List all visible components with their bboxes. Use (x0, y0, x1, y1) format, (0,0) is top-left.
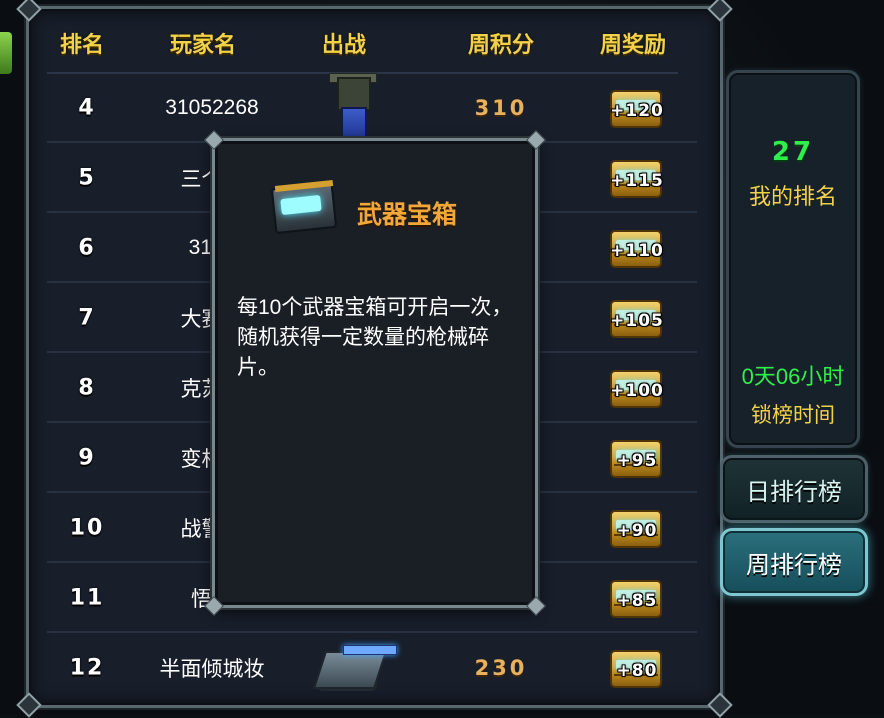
row-rank: 7 (78, 305, 96, 331)
reward-amount: +105 (610, 311, 664, 331)
my-rank-label: 我的排名 (748, 184, 837, 209)
header-rank: 排名 (60, 32, 105, 57)
header-battle: 出战 (322, 32, 367, 57)
row-player-name: 31052268 (165, 96, 259, 119)
reward-amount: +100 (610, 381, 664, 401)
row-weekly-score: 310 (474, 96, 528, 120)
item-tooltip-popup: 武器宝箱 每10个武器宝箱可开启一次，随机获得一定数量的枪械碎片。 (204, 130, 546, 616)
row-rank: 4 (78, 95, 96, 121)
row-rank: 11 (69, 585, 105, 611)
header-weekly-reward: 周奖励 (600, 32, 667, 57)
row-weekly-score: 230 (474, 656, 528, 680)
lock-time-label: 锁榜时间 (751, 404, 835, 427)
my-rank-panel: 27 我的排名 0天06小时 锁榜时间 (726, 70, 860, 448)
tab-weekly-ranking[interactable]: 周排行榜 (720, 528, 868, 596)
row-rank: 5 (78, 165, 96, 191)
row-rank: 9 (78, 445, 96, 471)
row-weekly-reward[interactable]: +85 (610, 576, 664, 620)
lock-time-value: 0天06小时 (741, 364, 845, 389)
row-weekly-reward[interactable]: +110 (610, 226, 664, 270)
my-rank-value: 27 (771, 137, 815, 167)
tab-daily-ranking[interactable]: 日排行榜 (720, 455, 868, 523)
reward-amount: +85 (616, 591, 658, 611)
row-rank: 12 (69, 655, 105, 681)
reward-amount: +110 (610, 241, 664, 261)
tank-unit-icon (309, 629, 397, 699)
row-weekly-reward[interactable]: +105 (610, 296, 664, 340)
row-weekly-reward[interactable]: +120 (610, 86, 664, 130)
row-player-name: 半面倾城妆 (159, 658, 265, 681)
header-player: 玩家名 (170, 32, 237, 57)
popup-description: 每10个武器宝箱可开启一次，随机获得一定数量的枪械碎片。 (237, 296, 513, 379)
reward-amount: +115 (610, 171, 664, 191)
reward-amount: +95 (616, 451, 658, 471)
row-weekly-reward[interactable]: +100 (610, 366, 664, 410)
left-edge-tab[interactable] (0, 32, 12, 74)
row-weekly-reward[interactable]: +90 (610, 506, 664, 550)
reward-amount: +90 (616, 521, 658, 541)
header-weekly-score: 周积分 (468, 32, 535, 57)
popup-title: 武器宝箱 (357, 201, 458, 229)
mech-unit-icon (325, 67, 377, 147)
row-weekly-reward[interactable]: +95 (610, 436, 664, 480)
row-rank: 8 (78, 375, 96, 401)
row-rank: 10 (69, 515, 105, 541)
reward-amount: +120 (610, 101, 664, 121)
weapon-chest-icon (270, 179, 338, 235)
row-rank: 6 (78, 235, 96, 261)
reward-amount: +80 (616, 661, 658, 681)
row-weekly-reward[interactable]: +80 (610, 646, 664, 690)
table-header: 排名 玩家名 出战 周积分 周奖励 (29, 9, 726, 71)
row-weekly-reward[interactable]: +115 (610, 156, 664, 200)
